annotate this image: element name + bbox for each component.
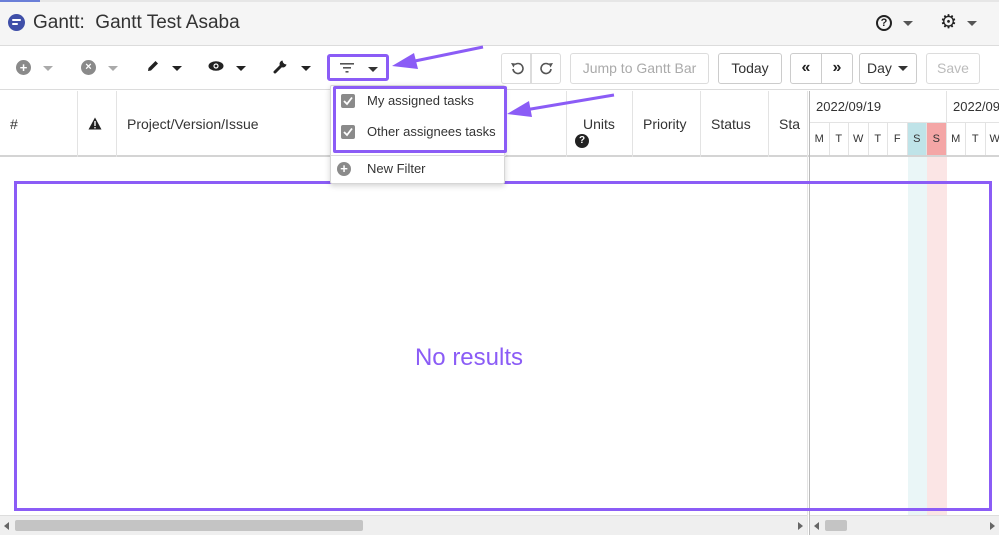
timeline-day: M bbox=[947, 123, 966, 155]
column-header-start[interactable]: Sta bbox=[769, 91, 807, 157]
delete-dropdown-caret-icon[interactable] bbox=[108, 66, 118, 71]
save-button[interactable]: Save bbox=[926, 53, 980, 84]
plus-circle-icon[interactable]: + bbox=[16, 60, 31, 75]
undo-button[interactable] bbox=[501, 53, 531, 84]
empty-results-highlight: No results bbox=[14, 181, 992, 511]
undo-icon bbox=[511, 62, 524, 75]
redo-icon bbox=[540, 62, 553, 75]
previous-period-button[interactable]: « bbox=[790, 53, 822, 84]
timeline-header: 2022/09/19 2022/09 M T W T F S S M T W bbox=[810, 91, 999, 157]
timeline-scroll-thumb[interactable] bbox=[825, 520, 847, 531]
zoom-select-value: Day bbox=[867, 60, 892, 76]
timeline-day: F bbox=[888, 123, 908, 155]
grid-scroll-thumb[interactable] bbox=[15, 520, 363, 531]
jump-to-gantt-bar-button[interactable]: Jump to Gantt Bar bbox=[570, 53, 709, 84]
column-header-warning[interactable] bbox=[78, 91, 117, 157]
warning-triangle-icon bbox=[88, 117, 102, 130]
zoom-select[interactable]: Day bbox=[859, 53, 917, 84]
timeline-day: T bbox=[830, 123, 849, 155]
today-button[interactable]: Today bbox=[718, 53, 782, 84]
gear-icon[interactable]: ⚙ bbox=[940, 13, 957, 32]
app-logo-icon bbox=[8, 14, 25, 31]
column-header-units[interactable]: Units bbox=[567, 91, 633, 157]
zoom-caret-icon bbox=[898, 66, 908, 71]
filter-icon bbox=[340, 63, 354, 73]
grid-horizontal-scrollbar[interactable] bbox=[0, 515, 807, 535]
timeline-day: M bbox=[810, 123, 830, 155]
help-icon[interactable]: ? bbox=[876, 15, 892, 31]
add-dropdown-caret-icon[interactable] bbox=[43, 66, 53, 71]
pencil-icon[interactable] bbox=[146, 59, 160, 73]
timeline-horizontal-scrollbar[interactable] bbox=[810, 515, 999, 535]
plus-circle-icon: + bbox=[337, 162, 351, 176]
scroll-left-icon[interactable] bbox=[814, 522, 819, 530]
scroll-right-icon[interactable] bbox=[990, 522, 995, 530]
page-title: Gantt: Gantt Test Asaba bbox=[33, 12, 240, 33]
scroll-left-icon[interactable] bbox=[4, 522, 9, 530]
timeline-week-label: 2022/09 bbox=[947, 91, 999, 123]
timeline-week-label: 2022/09/19 bbox=[810, 91, 947, 123]
menu-item-new-filter[interactable]: + New Filter bbox=[331, 154, 506, 184]
settings-dropdown-caret-icon[interactable] bbox=[967, 21, 977, 26]
timeline-day: T bbox=[966, 123, 986, 155]
x-circle-icon[interactable]: × bbox=[81, 60, 96, 75]
redo-button[interactable] bbox=[531, 53, 561, 84]
next-period-button[interactable]: » bbox=[821, 53, 853, 84]
scroll-right-icon[interactable] bbox=[798, 522, 803, 530]
timeline-day-sunday: S bbox=[927, 123, 947, 155]
menu-item-label: New Filter bbox=[367, 161, 426, 176]
units-help-icon[interactable]: ? bbox=[575, 134, 589, 148]
menu-items-highlight bbox=[333, 86, 507, 153]
title-bar: Gantt: Gantt Test Asaba ? ⚙ bbox=[0, 2, 999, 46]
column-header-id[interactable]: # bbox=[0, 91, 78, 157]
timeline-day-saturday: S bbox=[907, 123, 927, 155]
column-header-priority[interactable]: Priority bbox=[633, 91, 701, 157]
filter-dropdown-caret-icon bbox=[368, 67, 378, 72]
timeline-day: W bbox=[986, 123, 999, 155]
filter-button[interactable] bbox=[327, 54, 389, 81]
column-header-status[interactable]: Status bbox=[701, 91, 769, 157]
timeline-day: W bbox=[849, 123, 869, 155]
help-dropdown-caret-icon[interactable] bbox=[903, 21, 913, 26]
filter-dropdown-menu: My assigned tasks Other assignees tasks … bbox=[330, 85, 507, 184]
eye-icon[interactable] bbox=[208, 61, 224, 71]
view-dropdown-caret-icon[interactable] bbox=[236, 66, 246, 71]
tools-dropdown-caret-icon[interactable] bbox=[301, 66, 311, 71]
edit-dropdown-caret-icon[interactable] bbox=[172, 66, 182, 71]
no-results-message: No results bbox=[414, 344, 524, 371]
timeline-day: T bbox=[869, 123, 888, 155]
wrench-icon[interactable] bbox=[273, 58, 289, 74]
